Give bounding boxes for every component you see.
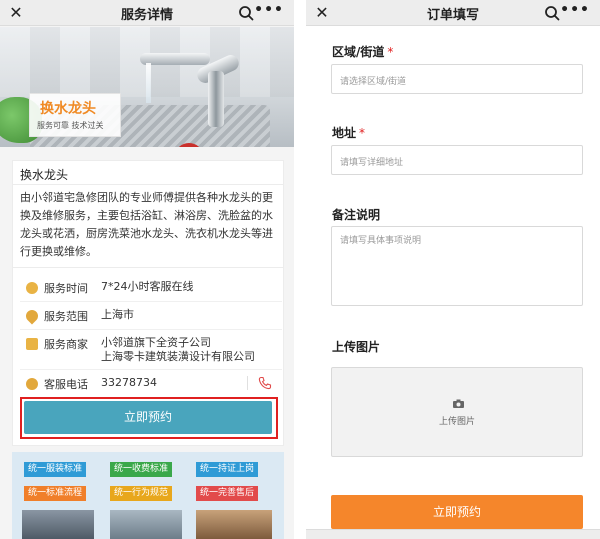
service-phone-label: 客服电话 bbox=[44, 378, 88, 391]
more-icon[interactable]: ••• bbox=[254, 2, 284, 18]
location-icon bbox=[23, 307, 41, 325]
upload-area[interactable]: 上传图片 bbox=[331, 367, 583, 457]
region-select[interactable]: 请选择区域/街道 bbox=[331, 64, 583, 94]
upload-button-label: 上传图片 bbox=[438, 417, 475, 427]
bottom-toolbar bbox=[306, 529, 600, 539]
address-input[interactable]: 请填写详细地址 bbox=[331, 145, 583, 175]
search-icon[interactable] bbox=[238, 5, 254, 21]
search-icon[interactable] bbox=[544, 5, 560, 21]
tag-certified: 统一持证上岗 bbox=[196, 462, 259, 477]
more-icon[interactable]: ••• bbox=[560, 2, 590, 18]
tag-conduct: 统一行为规范 bbox=[110, 486, 173, 501]
service-merchant-label: 服务商家 bbox=[44, 338, 88, 351]
service-detail-screen: ✕ 服务详情 ••• 换水龙头 服务可靠 技术过关 换水龙头 由小邻道宅急修团队… bbox=[0, 0, 294, 539]
service-phone-value: 33278734 bbox=[101, 376, 157, 389]
address-label: 地址 * bbox=[332, 126, 366, 140]
standards-banner: 统一服装标准 统一收费标准 统一持证上岗 统一标准流程 统一行为规范 统一完善售… bbox=[12, 452, 284, 539]
tag-aftersales: 统一完善售后 bbox=[196, 486, 259, 501]
clock-icon bbox=[26, 282, 38, 294]
photo-3 bbox=[196, 510, 272, 539]
service-description: 由小邻道宅急修团队的专业师傅提供各种水龙头的更换及维修服务，主要包括浴缸、淋浴房… bbox=[20, 191, 273, 258]
left-top-bar: ✕ 服务详情 ••• bbox=[0, 0, 294, 26]
service-phone-row[interactable]: 客服电话 33278734 bbox=[20, 374, 282, 398]
service-merchant-value: 小邻道旗下全资子公司 bbox=[101, 336, 211, 349]
service-time-label: 服务时间 bbox=[44, 282, 88, 295]
order-form-screen: ✕ 订单填写 ••• 区域/街道 * 请选择区域/街道 地址 * 请填写详细地址 备… bbox=[306, 0, 600, 539]
remarks-textarea[interactable]: 请填写具体事项说明 bbox=[331, 226, 583, 306]
right-top-bar: ✕ 订单填写 ••• bbox=[306, 0, 600, 26]
service-area-value: 上海市 bbox=[101, 308, 134, 321]
remarks-label: 备注说明 bbox=[332, 208, 381, 222]
service-time-value: 7*24小时客服在线 bbox=[101, 280, 194, 293]
camera-icon bbox=[453, 399, 464, 408]
service-merchant-value-2: 上海零卡建筑装潢设计有限公司 bbox=[101, 350, 255, 363]
hero-banner: 换水龙头 服务可靠 技术过关 bbox=[0, 27, 294, 147]
hero-badge-title: 换水龙头 bbox=[40, 101, 96, 117]
call-icon[interactable] bbox=[258, 376, 272, 390]
hero-badge: 换水龙头 服务可靠 技术过关 bbox=[29, 93, 121, 137]
region-label: 区域/街道 * bbox=[332, 45, 394, 59]
required-mark: * bbox=[359, 126, 366, 140]
photo-1 bbox=[22, 510, 94, 539]
phone-icon bbox=[26, 378, 38, 390]
hero-badge-subtitle: 服务可靠 技术过关 bbox=[37, 121, 104, 130]
upload-label: 上传图片 bbox=[332, 340, 381, 354]
service-area-row: 服务范围 上海市 bbox=[20, 306, 282, 330]
divider bbox=[13, 184, 283, 185]
shop-icon bbox=[26, 338, 38, 350]
hero-water-stream bbox=[146, 63, 151, 103]
book-now-button[interactable]: 立即预约 bbox=[24, 401, 272, 434]
service-area-label: 服务范围 bbox=[44, 310, 88, 323]
standards-photos bbox=[12, 510, 284, 539]
service-merchant-row: 服务商家 小邻道旗下全资子公司 上海零卡建筑装潢设计有限公司 bbox=[20, 334, 282, 370]
tag-pricing: 统一收费标准 bbox=[110, 462, 173, 477]
tag-uniform: 统一服装标准 bbox=[24, 462, 87, 477]
service-time-row: 服务时间 7*24小时客服在线 bbox=[20, 278, 282, 302]
required-mark: * bbox=[387, 45, 394, 59]
submit-book-button[interactable]: 立即预约 bbox=[331, 495, 583, 529]
service-name: 换水龙头 bbox=[20, 168, 69, 182]
divider bbox=[13, 267, 283, 268]
tag-process: 统一标准流程 bbox=[24, 486, 87, 501]
hero-faucet-body bbox=[208, 71, 224, 127]
photo-2 bbox=[110, 510, 182, 539]
